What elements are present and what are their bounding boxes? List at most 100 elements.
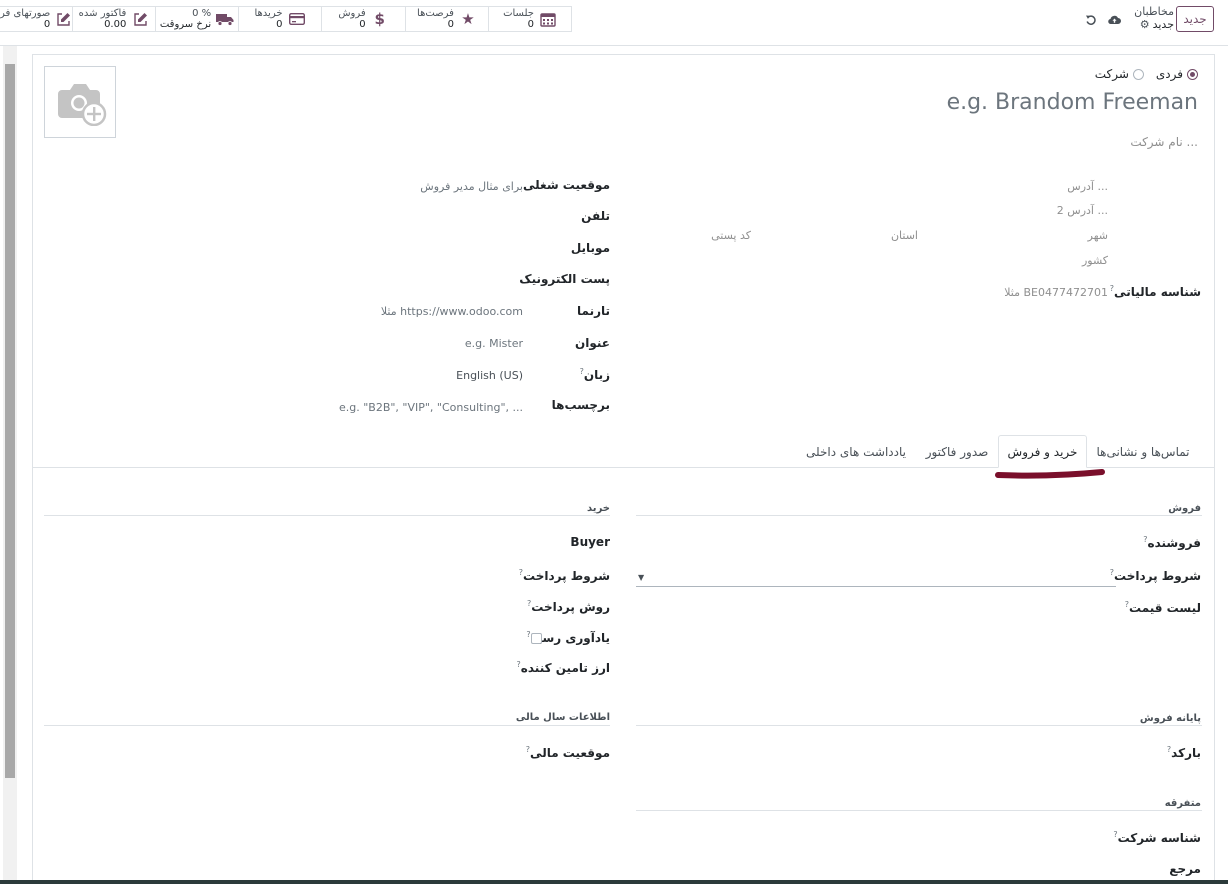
stat-value: 0 (43, 19, 51, 30)
street2-input[interactable]: آدرس 2 ... (1057, 204, 1108, 217)
stat-purchases-button[interactable]: خریدها 0 (238, 6, 322, 32)
stat-value: 0 (527, 19, 534, 30)
street-input[interactable]: آدرس ... (1067, 180, 1108, 193)
tags-input[interactable]: e.g. "B2B", "VIP", "Consulting", ... (339, 401, 523, 414)
radio-individual-dot[interactable] (1187, 68, 1198, 80)
purchase-section-title: خرید (587, 503, 610, 514)
country-input[interactable]: کشور (1082, 254, 1108, 267)
pencil-square-icon (131, 11, 149, 27)
breadcrumb-parent[interactable]: مخاطبان (1126, 5, 1174, 18)
control-panel: جدید مخاطبان ⚙ جدید جلسات 0 فرصت‌ها 0 ★ فر… (0, 0, 1228, 46)
mobile-label: موبایل (570, 241, 610, 255)
email-label: پست الکترونیک (519, 272, 610, 286)
partner-type-radio: شرکت فردی (1095, 67, 1198, 81)
breadcrumb: مخاطبان ⚙ جدید (1126, 5, 1174, 31)
fiscal-section-title: اطلاعات سال مالی (515, 712, 610, 723)
title-input[interactable]: e.g. Mister (465, 337, 523, 350)
stat-label: جلسات (503, 8, 534, 19)
job-position-label: موقعیت شغلی (523, 178, 610, 192)
company-name-input[interactable]: نام شرکت ... (1130, 135, 1198, 149)
tab-contacts-addresses[interactable]: تماس‌ها و نشانی‌ها (1088, 435, 1198, 468)
pricelist-label: ?لیست قیمت (1124, 600, 1201, 615)
purchase-payment-terms-label: ?شروط پرداخت (518, 568, 610, 583)
vat-input[interactable]: مثلا BE0477472701 (1004, 286, 1108, 299)
notebook-tabs: تماس‌ها و نشانی‌ها خرید و فروش صدور فاکت… (33, 435, 1215, 468)
undo-icon[interactable] (1085, 14, 1097, 30)
new-button[interactable]: جدید (1176, 6, 1214, 32)
tab-internal-notes[interactable]: یادداشت های داخلی (796, 435, 916, 468)
name-input[interactable]: e.g. Brandom Freeman (947, 90, 1198, 115)
annotation-underline (995, 469, 1105, 479)
radio-individual[interactable]: فردی (1156, 67, 1198, 81)
stat-label: 0 % (192, 8, 212, 19)
radio-company[interactable]: شرکت (1095, 67, 1144, 81)
stat-value: نرخ سروقت (159, 19, 212, 30)
tags-label: برچسب‌ها (551, 398, 610, 412)
taskbar-edge (0, 880, 1228, 884)
supplier-currency-label: ?ارز تامین کننده (516, 660, 610, 675)
stat-bills-button[interactable]: صورتهای فر 0 (0, 6, 73, 32)
divider (44, 515, 610, 516)
tab-invoicing[interactable]: صدور فاکتور (917, 435, 997, 468)
salesperson-label: ?فروشنده (1143, 535, 1201, 550)
reference-label: مرجع (1169, 862, 1201, 876)
stat-value: 0 (359, 19, 366, 30)
payment-method-label: ?روش پرداخت (527, 599, 610, 614)
divider (44, 725, 610, 726)
radio-company-dot[interactable] (1132, 68, 1144, 80)
vat-label: ?شناسه مالیاتی (1109, 284, 1201, 299)
phone-label: تلفن (581, 209, 610, 223)
stat-label: فرصت‌ها (417, 8, 454, 19)
stat-invoiced-button[interactable]: فاکتور شده 0.00 (72, 6, 156, 32)
divider (636, 810, 1202, 811)
buyer-label: Buyer (570, 535, 610, 549)
receipt-reminder-checkbox[interactable] (531, 633, 542, 644)
camera-plus-icon (58, 84, 107, 126)
radio-company-label: شرکت (1094, 67, 1129, 81)
calendar-icon (539, 11, 557, 27)
gear-icon[interactable]: ⚙ (1140, 18, 1150, 31)
state-input[interactable]: استان (891, 229, 918, 242)
divider (636, 725, 1202, 726)
barcode-label: ?بارکد (1166, 745, 1201, 760)
caret-down-icon[interactable]: ▼ (638, 573, 644, 582)
sales-payment-terms-select[interactable] (636, 586, 1116, 587)
cloud-upload-icon[interactable] (1108, 14, 1121, 29)
pencil-square-icon (55, 11, 72, 27)
star-icon: ★ (461, 10, 475, 28)
sales-payment-terms-label: ?شروط پرداخت (1109, 568, 1201, 583)
tab-sales-purchase[interactable]: خرید و فروش (998, 435, 1087, 468)
stat-label: صورتهای فر (0, 8, 51, 19)
divider (636, 515, 1202, 516)
pos-section-title: پایانه فروش (1139, 713, 1201, 724)
website-label: تارنما (577, 304, 610, 318)
website-input[interactable]: مثلا https://www.odoo.com (381, 305, 523, 318)
stat-value: 0 (447, 19, 454, 30)
language-select[interactable]: English (US) (456, 369, 523, 382)
job-position-input[interactable]: برای مثال مدیر فروش (420, 180, 523, 193)
sales-section-title: فروش (1168, 503, 1201, 514)
stat-label: خریدها (254, 8, 283, 19)
zip-input[interactable]: کد پستی (711, 229, 751, 242)
radio-individual-label: فردی (1155, 67, 1183, 81)
stat-label: فروش (338, 8, 366, 19)
fiscal-position-label: ?موقعیت مالی (525, 745, 610, 760)
misc-section-title: متفرقه (1164, 798, 1201, 809)
stat-opportunities-button[interactable]: فرصت‌ها 0 ★ (405, 6, 489, 32)
stat-ontime-rate-button[interactable]: 0 % نرخ سروقت (155, 6, 239, 32)
city-input[interactable]: شهر (1088, 229, 1108, 242)
truck-icon (216, 11, 234, 27)
scrollbar-thumb[interactable] (5, 64, 15, 778)
dollar-icon: $ (374, 10, 385, 28)
title-label: عنوان (575, 336, 610, 350)
stat-value: 0.00 (104, 19, 127, 30)
credit-card-icon (288, 11, 306, 27)
language-label: ?زبان (579, 367, 610, 382)
company-id-label: ?شناسه شرکت (1113, 830, 1201, 845)
stat-label: فاکتور شده (78, 8, 127, 19)
stat-meetings-button[interactable]: جلسات 0 (488, 6, 572, 32)
stat-sales-button[interactable]: فروش 0 $ (321, 6, 406, 32)
breadcrumb-current: جدید (1152, 18, 1174, 31)
avatar-upload[interactable] (44, 66, 116, 138)
stat-value: 0 (276, 19, 283, 30)
